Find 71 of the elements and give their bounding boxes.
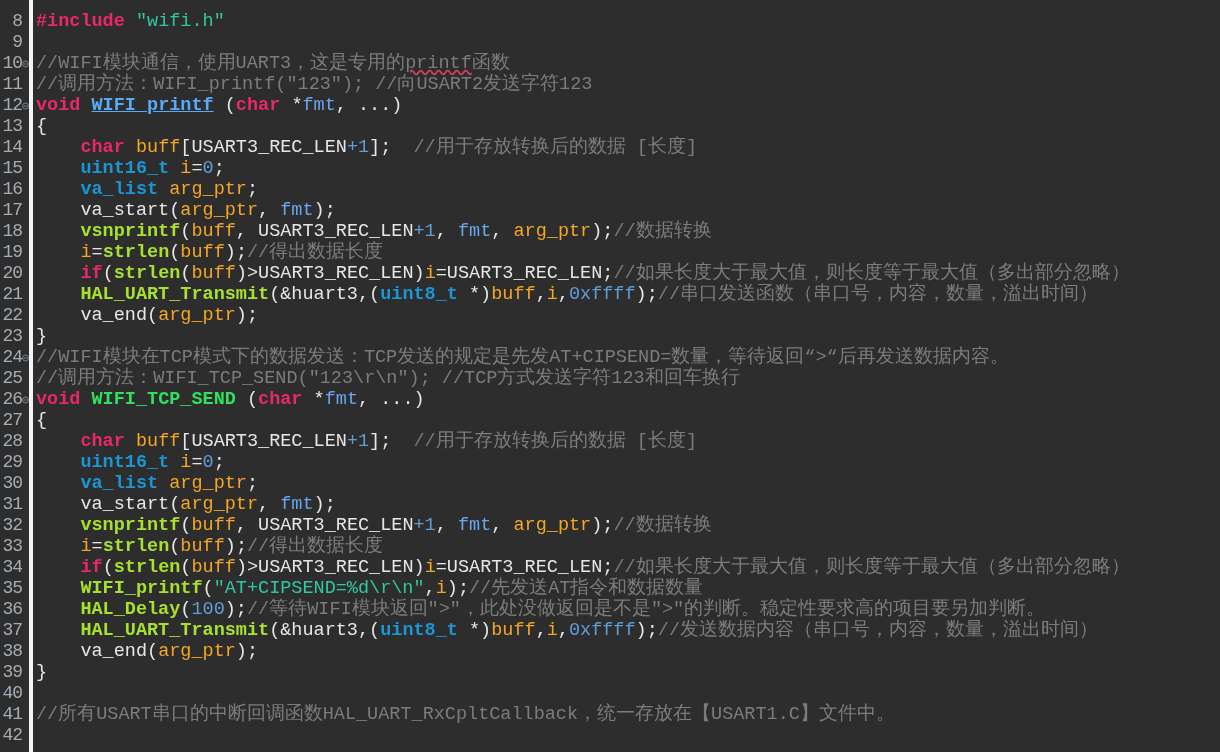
code-line: char buff[USART3_REC_LEN+1]; //用于存放转换后的数据 [长度] [79, 431, 698, 452]
code-line: WIFI_printf("AT+CIPSEND=%d\r\n",i);//先发送AT指令和数据数量 [79, 578, 704, 599]
line-number: 20 [1, 263, 22, 284]
line-number: 21 [1, 284, 22, 305]
line-number: 16 [1, 179, 22, 200]
code-line: { [36, 116, 48, 137]
line-number: 19 [1, 242, 22, 263]
line-number: 39 [1, 662, 22, 683]
line-number: 32 [1, 515, 22, 536]
line-number: 36 [1, 599, 22, 620]
line-number: 34 [1, 557, 22, 578]
line-number: 31 [1, 494, 22, 515]
line-number: 15 [1, 158, 22, 179]
code-line: //调用方法：WIFI_printf("123"); //向USART2发送字符123 [36, 74, 593, 95]
code-line: va_end(arg_ptr); [79, 305, 259, 326]
line-number: 22 [1, 305, 22, 326]
code-line: uint16_t i=0; [79, 452, 225, 473]
code-line: } [36, 326, 48, 347]
line-number: 27 [1, 410, 22, 431]
line-number: 25 [1, 368, 22, 389]
line-number: 37 [1, 620, 22, 641]
code-line: HAL_Delay(100);//等待WIFI模块返回">"，此处没做返回是不是">"的判断。稳定性要求高的项目要另加判断。 [79, 599, 1046, 620]
code-line: i=strlen(buff);//得出数据长度 [79, 536, 384, 557]
line-number: 10 [1, 53, 22, 74]
line-number: 18 [1, 221, 22, 242]
line-number: 35 [1, 578, 22, 599]
line-number: 11 [1, 74, 22, 95]
code-line: uint16_t i=0; [79, 158, 225, 179]
line-number: 12 [1, 95, 22, 116]
code-line: vsnprintf(buff, USART3_REC_LEN+1, fmt, arg_ptr);//数据转换 [79, 221, 712, 242]
line-number: 9 [11, 32, 22, 53]
code-line: i=strlen(buff);//得出数据长度 [79, 242, 384, 263]
code-line: #include "wifi.h" [36, 11, 225, 32]
code-line: if(strlen(buff)>USART3_REC_LEN)i=USART3_REC_LEN;//如果长度大于最大值，则长度等于最大值（多出部分忽略） [79, 263, 1130, 284]
code-line: va_start(arg_ptr, fmt); [79, 200, 336, 221]
code-line: HAL_UART_Transmit(&huart3,(uint8_t *)buff,i,0xffff);//发送数据内容（串口号，内容，数量，溢出时间） [79, 620, 1098, 641]
fold-icon[interactable] [22, 353, 29, 362]
line-number: 30 [1, 473, 22, 494]
fold-icon[interactable] [22, 395, 29, 404]
line-number: 13 [1, 116, 22, 137]
line-number: 28 [1, 431, 22, 452]
code-line: //调用方法：WIFI_TCP_SEND("123\r\n"); //TCP方式发送字符123和回车换行 [36, 368, 740, 389]
line-number: 8 [11, 11, 22, 32]
line-number: 29 [1, 452, 22, 473]
code-line: //WIFI模块通信，使用UART3，这是专用的printf函数 [36, 53, 510, 74]
code-line: //WIFI模块在TCP模式下的数据发送：TCP发送的规定是先发AT+CIPSEND=数量，等待返回“>“后再发送数据内容。 [36, 347, 1009, 368]
fold-icon[interactable] [22, 101, 29, 110]
line-number: 23 [1, 326, 22, 347]
code-line: va_end(arg_ptr); [79, 641, 259, 662]
line-number: 41 [1, 704, 22, 725]
code-line: void WIFI_TCP_SEND (char *fmt, ...) [36, 389, 425, 410]
code-line: char buff[USART3_REC_LEN+1]; //用于存放转换后的数据 [长度] [79, 137, 698, 158]
line-number: 17 [1, 200, 22, 221]
line-number: 33 [1, 536, 22, 557]
code-line: if(strlen(buff)>USART3_REC_LEN)i=USART3_REC_LEN;//如果长度大于最大值，则长度等于最大值（多出部分忽略） [79, 557, 1130, 578]
fold-icon[interactable] [22, 59, 29, 68]
code-line: va_list arg_ptr; [79, 473, 259, 494]
code-line: { [36, 410, 48, 431]
code-line: va_list arg_ptr; [79, 179, 259, 200]
code-line: vsnprintf(buff, USART3_REC_LEN+1, fmt, arg_ptr);//数据转换 [79, 515, 712, 536]
code-line: HAL_UART_Transmit(&huart3,(uint8_t *)buff,i,0xffff);//串口发送函数（串口号，内容，数量，溢出时间） [79, 284, 1098, 305]
line-number: 40 [1, 683, 22, 704]
line-number: 24 [1, 347, 22, 368]
code-line: va_start(arg_ptr, fmt); [79, 494, 336, 515]
line-number: 26 [1, 389, 22, 410]
line-number: 14 [1, 137, 22, 158]
code-line: void WIFI_printf (char *fmt, ...) [36, 95, 403, 116]
line-number: 38 [1, 641, 22, 662]
code-line: //所有USART串口的中断回调函数HAL_UART_RxCpltCallback，统一存放在【USART1.C】文件中。 [36, 704, 895, 725]
line-number: 42 [1, 725, 22, 746]
code-line: } [36, 662, 48, 683]
